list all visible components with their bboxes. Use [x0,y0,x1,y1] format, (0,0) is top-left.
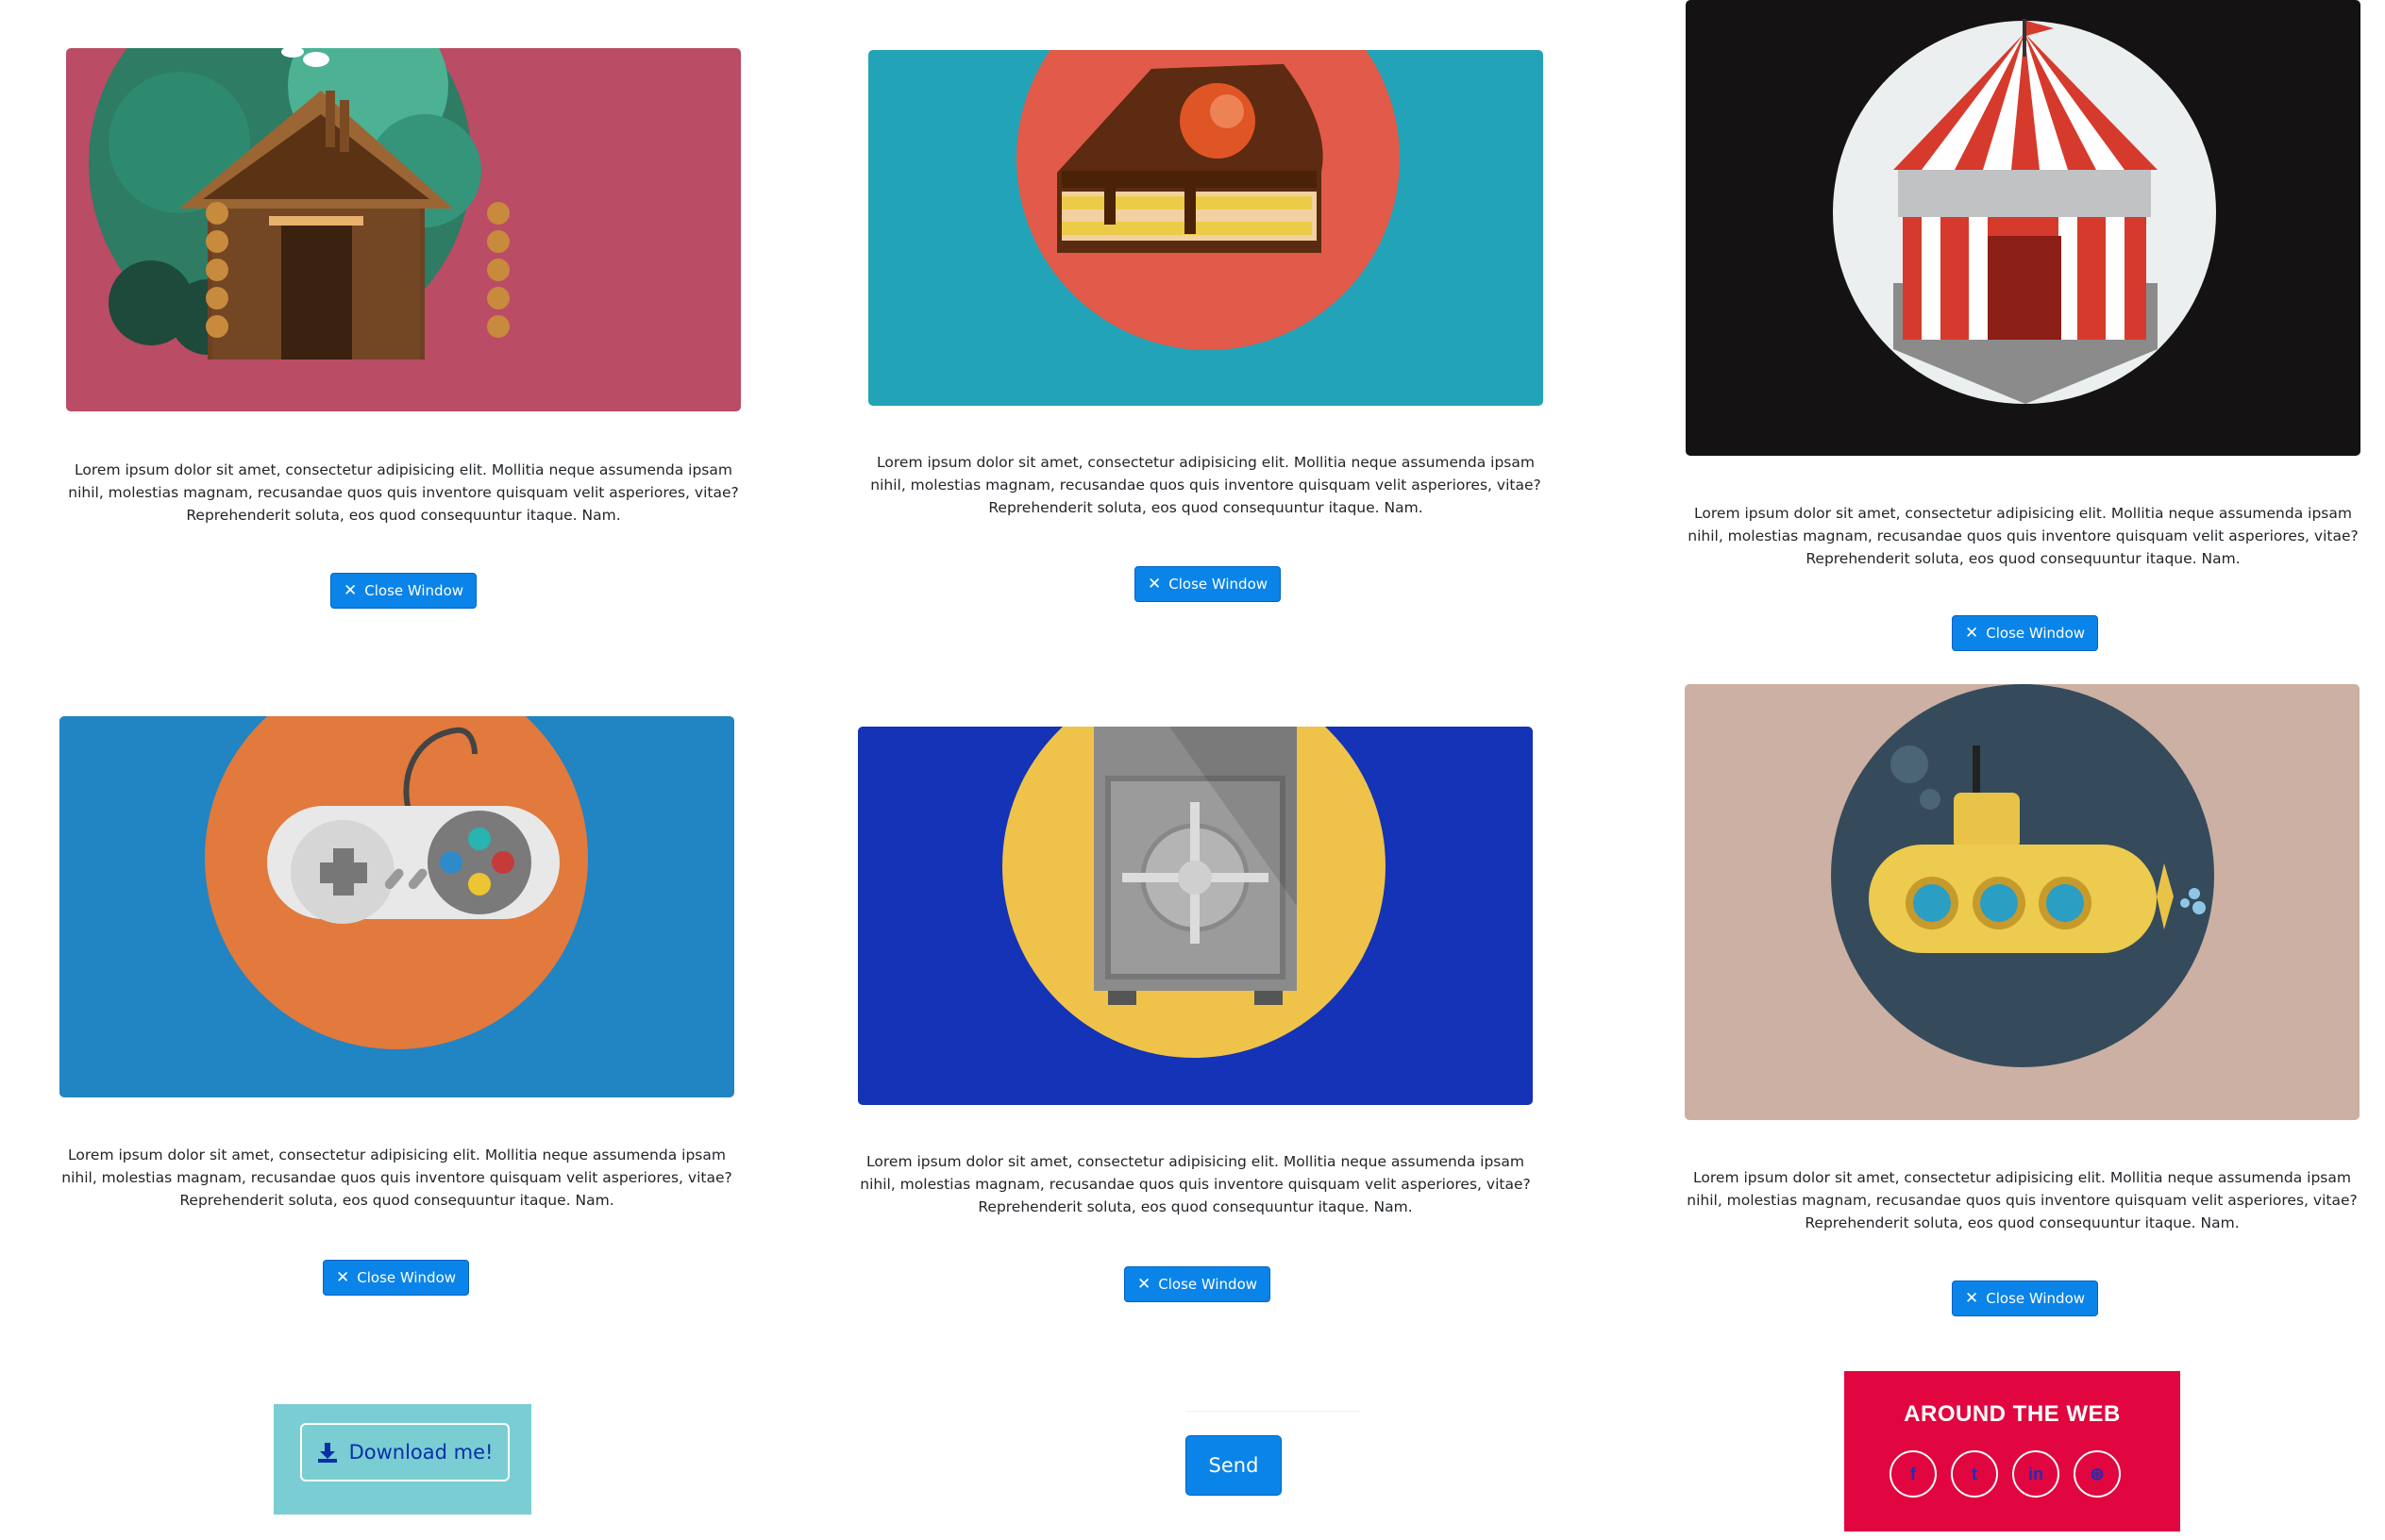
close-window-button[interactable]: ✕ Close Window [1952,1281,2099,1316]
download-button[interactable]: Download me! [300,1423,510,1481]
form-divider [1186,1411,1361,1412]
close-window-label: Close Window [357,1269,457,1286]
around-the-web-panel: AROUND THE WEB f t in ⊛ [1844,1371,2180,1532]
game-controller-illustration [59,716,734,1097]
around-the-web-title: AROUND THE WEB [1904,1401,2121,1427]
cabin-illustration [66,48,741,411]
close-window-label: Close Window [1168,576,1268,593]
close-window-label: Close Window [364,582,464,599]
portfolio-description: Lorem ipsum dolor sit amet, consectetur … [860,1153,1531,1215]
close-window-label: Close Window [1986,625,2086,642]
portfolio-description: Lorem ipsum dolor sit amet, consectetur … [68,461,739,524]
submarine-illustration [1685,684,2360,1120]
twitter-icon[interactable]: t [1951,1450,1998,1498]
cake-illustration [868,50,1543,406]
close-window-button[interactable]: ✕ Close Window [1952,615,2099,651]
portfolio-description: Lorem ipsum dolor sit amet, consectetur … [1687,1169,2358,1231]
close-window-button[interactable]: ✕ Close Window [1134,566,1282,602]
close-window-button[interactable]: ✕ Close Window [330,573,478,609]
close-icon: ✕ [1965,624,1979,643]
portfolio-description: Lorem ipsum dolor sit amet, consectetur … [870,454,1541,516]
send-button[interactable]: Send [1185,1435,1282,1496]
download-panel: Download me! [274,1404,531,1515]
close-icon: ✕ [1965,1289,1979,1308]
close-window-button[interactable]: ✕ Close Window [1124,1266,1271,1302]
portfolio-description: Lorem ipsum dolor sit amet, consectetur … [61,1147,732,1209]
portfolio-description: Lorem ipsum dolor sit amet, consectetur … [1688,505,2359,567]
download-icon [317,1443,337,1463]
circus-illustration [1686,0,2360,456]
close-icon: ✕ [1137,1275,1151,1294]
close-icon: ✕ [1148,575,1162,594]
close-icon: ✕ [336,1268,350,1287]
close-window-label: Close Window [1158,1276,1258,1293]
close-window-label: Close Window [1986,1290,2086,1307]
dribbble-icon[interactable]: ⊛ [2074,1450,2121,1498]
linkedin-icon[interactable]: in [2012,1450,2059,1498]
facebook-icon[interactable]: f [1890,1450,1937,1498]
close-window-button[interactable]: ✕ Close Window [323,1260,470,1296]
close-icon: ✕ [344,581,358,600]
download-label: Download me! [348,1441,494,1464]
safe-illustration [858,727,1533,1105]
